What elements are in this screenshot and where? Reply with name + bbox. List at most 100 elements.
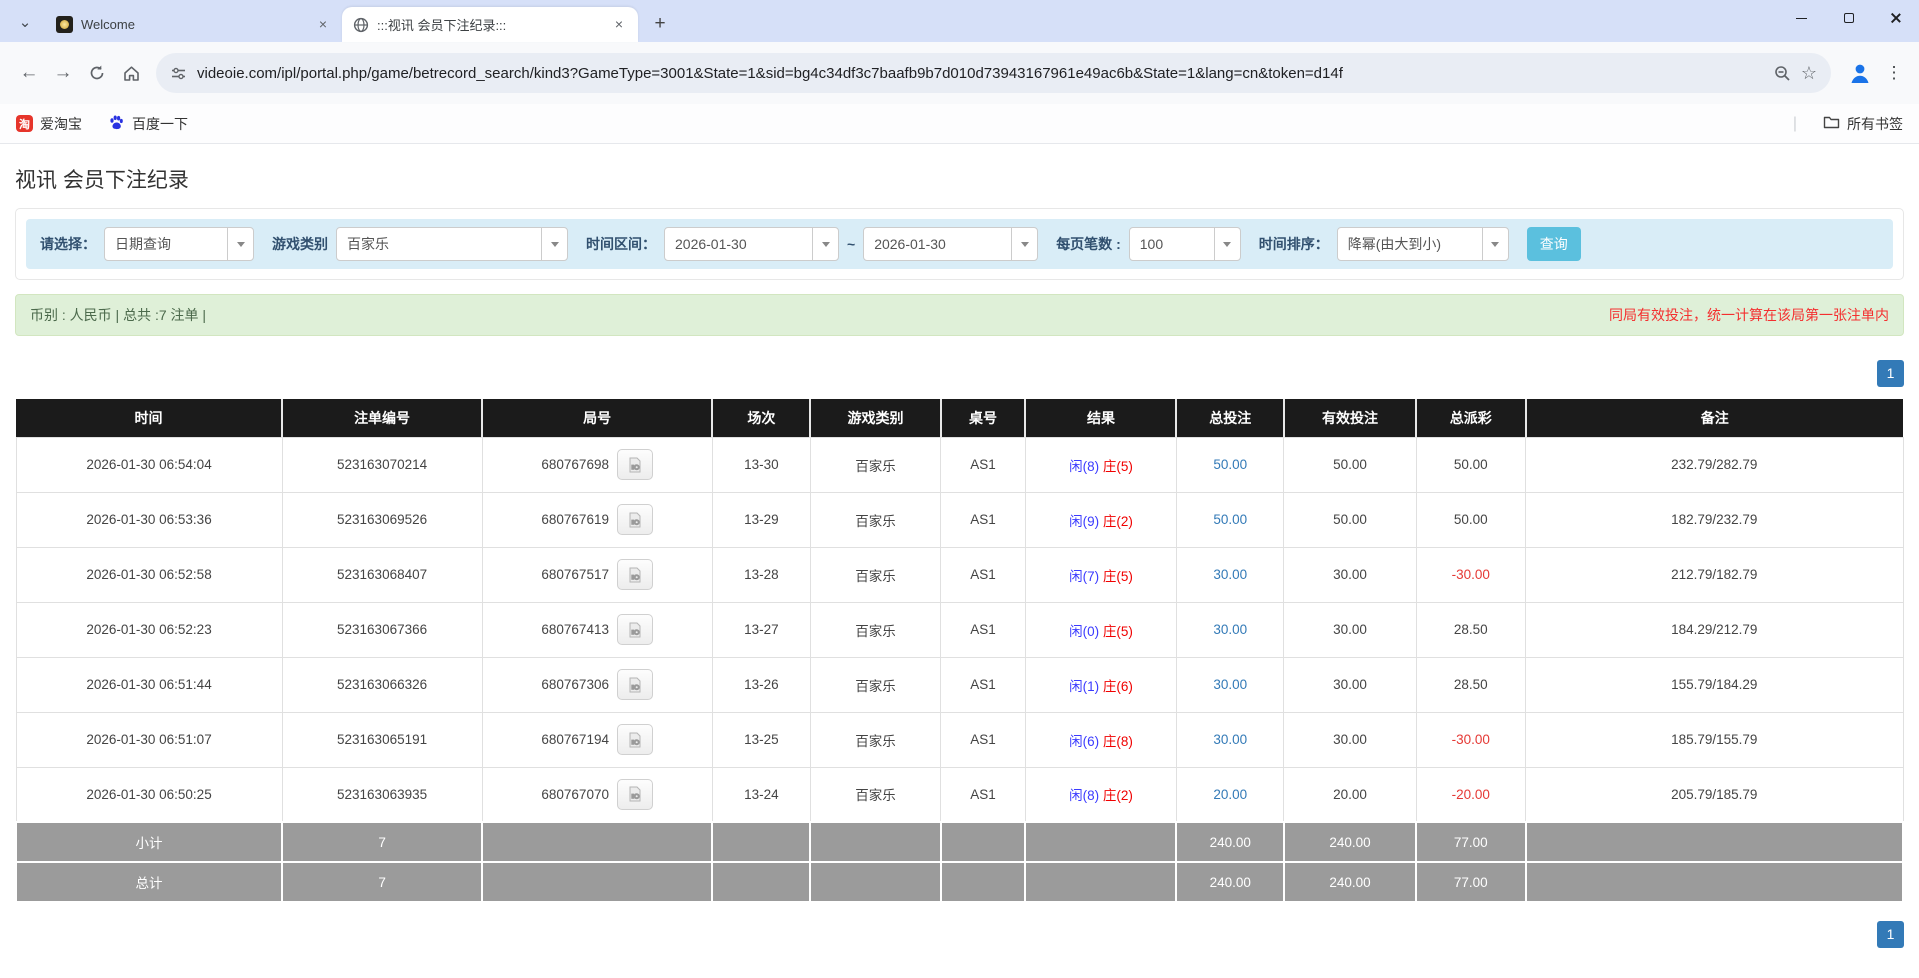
cell-bet-id: 523163068407 [282,547,482,602]
tab-betrecord[interactable]: :::视讯 会员下注纪录::: × [342,7,638,42]
cell-result: 闲(1) 庄(6) [1025,657,1176,712]
cell-summary-label: 小计 [16,822,282,862]
table-row: 2026-01-30 06:50:25 523163063935 6807670… [16,767,1903,822]
cell-bet-id: 523163069526 [282,492,482,547]
total-bet-link[interactable]: 30.00 [1213,677,1247,692]
video-playback-button[interactable] [617,449,653,480]
cell-session: 13-27 [712,602,810,657]
total-bet-link[interactable]: 50.00 [1213,512,1247,527]
tab-search-chevron-icon[interactable]: ⌄ [10,7,40,37]
tab-title: Welcome [81,17,306,32]
tab-close-icon[interactable]: × [610,16,628,34]
cell-summary-total-bet: 240.00 [1176,822,1284,862]
cell-summary-valid-bet: 240.00 [1284,822,1416,862]
cell-result: 闲(6) 庄(8) [1025,712,1176,767]
profile-avatar[interactable] [1845,58,1875,88]
forward-icon[interactable]: → [46,56,80,90]
cell-bet-id: 523163066326 [282,657,482,712]
cell-valid-bet: 30.00 [1284,547,1416,602]
cell-session: 13-26 [712,657,810,712]
total-bet-link[interactable]: 50.00 [1213,457,1247,472]
reload-icon[interactable] [80,56,114,90]
zoom-out-icon[interactable] [1774,65,1791,82]
cell-session: 13-28 [712,547,810,602]
cell-table-no: AS1 [941,602,1026,657]
back-icon[interactable]: ← [12,56,46,90]
bookmark-star-icon[interactable]: ☆ [1801,63,1817,84]
cell-valid-bet: 20.00 [1284,767,1416,822]
total-bet-link[interactable]: 30.00 [1213,567,1247,582]
video-playback-button[interactable] [617,559,653,590]
cell-summary-total-bet: 240.00 [1176,862,1284,902]
header-note: 备注 [1526,399,1904,437]
browser-menu-icon[interactable]: ⋮ [1881,63,1907,83]
cell-game-type: 百家乐 [810,657,940,712]
home-icon[interactable] [114,56,148,90]
chevron-down-icon [551,242,559,247]
video-playback-button[interactable] [617,669,653,700]
browser-toolbar: ← → videoie.com/ipl/portal.php/game/betr… [0,42,1919,104]
video-playback-button[interactable] [617,504,653,535]
cell-note: 182.79/232.79 [1526,492,1904,547]
game-type-label: 游戏类别 [272,234,328,254]
header-total-bet: 总投注 [1176,399,1284,437]
round-id-text: 680767619 [541,512,609,527]
cell-payout: -30.00 [1416,712,1525,767]
cell-payout: 50.00 [1416,437,1525,492]
cell-game-type: 百家乐 [810,492,940,547]
cell-game-type: 百家乐 [810,602,940,657]
header-valid-bet: 有效投注 [1284,399,1416,437]
video-playback-button[interactable] [617,614,653,645]
all-bookmarks-button[interactable]: 所有书签 [1823,114,1903,134]
bookmark-taobao[interactable]: 淘 爱淘宝 [16,114,82,134]
filter-panel: 请选择： 日期查询 游戏类别 百家乐 时间区间： 2026-01-30 ~ 20… [15,208,1904,280]
maximize-button[interactable] [1825,0,1872,36]
all-bookmarks-label: 所有书签 [1847,114,1903,134]
close-button[interactable] [1872,0,1919,36]
video-playback-button[interactable] [617,724,653,755]
date-from-select[interactable]: 2026-01-30 [664,227,839,261]
page-1-button[interactable]: 1 [1877,921,1904,948]
cell-result: 闲(9) 庄(2) [1025,492,1176,547]
cell-session: 13-25 [712,712,810,767]
bookmark-baidu[interactable]: 百度一下 [108,114,188,134]
cell-valid-bet: 30.00 [1284,657,1416,712]
cell-payout: 28.50 [1416,602,1525,657]
game-type-select[interactable]: 百家乐 [336,227,568,261]
bookmarks-divider: | [1793,115,1797,133]
cell-summary-count: 7 [282,862,482,902]
table-row: 2026-01-30 06:54:04 523163070214 6807676… [16,437,1903,492]
url-text[interactable]: videoie.com/ipl/portal.php/game/betrecor… [197,65,1764,82]
new-tab-button[interactable]: + [646,10,674,38]
url-bar[interactable]: videoie.com/ipl/portal.php/game/betrecor… [156,53,1831,93]
site-info-icon[interactable] [170,65,187,82]
header-time: 时间 [16,399,282,437]
cell-result: 闲(8) 庄(2) [1025,767,1176,822]
tab-welcome[interactable]: Welcome × [46,7,342,42]
total-bet-link[interactable]: 30.00 [1213,622,1247,637]
query-button[interactable]: 查询 [1527,227,1581,261]
header-session: 场次 [712,399,810,437]
cell-table-no: AS1 [941,492,1026,547]
cell-table-no: AS1 [941,657,1026,712]
date-to-select[interactable]: 2026-01-30 [863,227,1038,261]
query-mode-select[interactable]: 日期查询 [104,227,254,261]
page-1-button[interactable]: 1 [1877,360,1904,387]
cell-round-id: 680767306 [482,657,712,712]
time-sort-select[interactable]: 降幂(由大到小) [1337,227,1509,261]
tab-close-icon[interactable]: × [314,16,332,34]
per-page-select[interactable]: 100 [1129,227,1241,261]
cell-payout: -20.00 [1416,767,1525,822]
cell-result: 闲(8) 庄(5) [1025,437,1176,492]
cell-time: 2026-01-30 06:51:07 [16,712,282,767]
cell-time: 2026-01-30 06:50:25 [16,767,282,822]
bookmarks-bar: 淘 爱淘宝 百度一下 | 所有书签 [0,104,1919,144]
total-bet-link[interactable]: 30.00 [1213,732,1247,747]
cell-note: 155.79/184.29 [1526,657,1904,712]
header-result: 结果 [1025,399,1176,437]
minimize-button[interactable] [1778,0,1825,36]
video-playback-button[interactable] [617,779,653,810]
cell-time: 2026-01-30 06:52:23 [16,602,282,657]
round-id-text: 680767698 [541,457,609,472]
total-bet-link[interactable]: 20.00 [1213,787,1247,802]
